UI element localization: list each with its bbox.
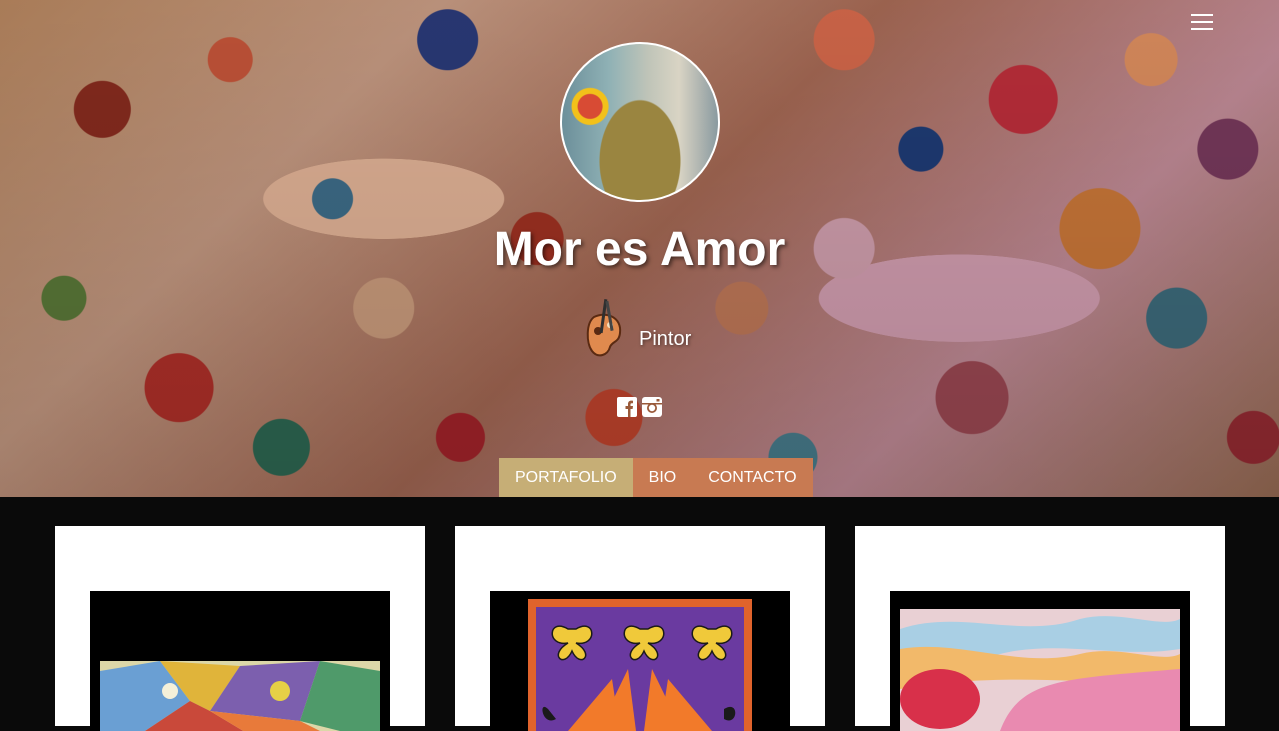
gallery-card[interactable] [55,526,425,731]
painting-butterflies-image[interactable] [490,591,790,731]
painting-butterflies-art [528,599,752,731]
palette-icon [586,299,622,357]
painting-pink-abstract-art [900,609,1180,731]
instagram-icon[interactable] [642,397,662,417]
main-nav: PORTAFOLIO BIO CONTACTO [499,458,813,497]
hamburger-menu-icon[interactable] [1191,12,1215,32]
painting-geometric-image[interactable] [90,591,390,731]
nav-item-contacto[interactable]: CONTACTO [692,458,813,497]
hero-banner: Mor es Amor Pintor PORTAFOLIO BIO CONTAC… [0,0,1279,497]
gallery-card[interactable] [455,526,825,731]
site-title: Mor es Amor [493,223,786,276]
painting-geometric-art [100,661,380,731]
site-subtitle: Pintor [639,328,692,350]
avatar [560,42,720,202]
gallery-card[interactable] [855,526,1225,731]
nav-item-bio[interactable]: BIO [632,458,693,497]
nav-item-portafolio[interactable]: PORTAFOLIO [499,458,633,497]
facebook-icon[interactable] [617,397,637,417]
painting-pink-abstract-image[interactable] [890,591,1190,731]
subtitle-row: Pintor [584,297,724,363]
